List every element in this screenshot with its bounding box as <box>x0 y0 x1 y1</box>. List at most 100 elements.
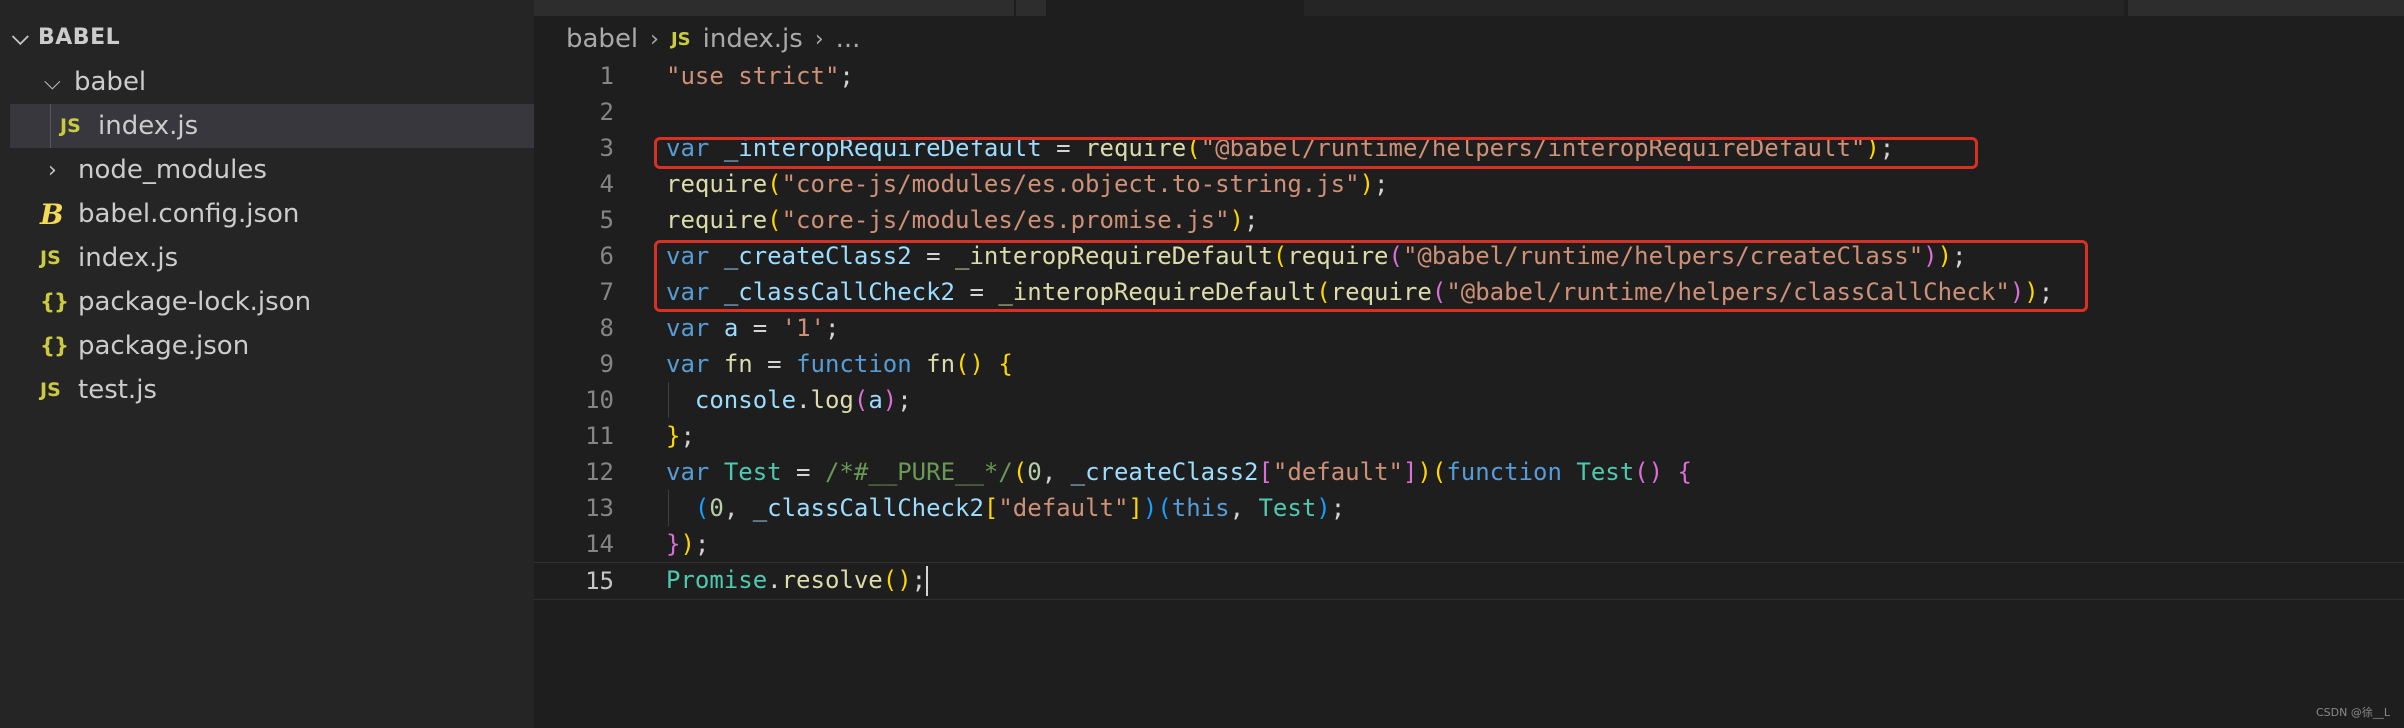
code-token: } <box>666 422 681 450</box>
code-token: ; <box>1330 494 1346 522</box>
line-number: 4 <box>599 170 614 198</box>
code-token: fn <box>723 350 753 378</box>
line-number: 11 <box>585 422 614 450</box>
code-token: 0 <box>709 494 724 522</box>
code-token: = <box>738 314 782 342</box>
code-token: var <box>666 314 710 342</box>
code-token: ) <box>882 386 898 414</box>
breadcrumb-more[interactable]: ... <box>836 24 861 54</box>
code-line[interactable]: 9 var fn = function fn() { <box>534 346 2404 382</box>
code-token: ( <box>767 206 782 234</box>
breadcrumb-folder[interactable]: babel <box>566 24 638 54</box>
tab[interactable] <box>2128 0 2404 16</box>
code-token: "default" <box>998 494 1129 522</box>
tree-item[interactable]: Bbabel.config.json <box>0 192 534 236</box>
code-token: ; <box>897 386 912 414</box>
line-number: 14 <box>585 530 614 558</box>
code-token: ; <box>1244 206 1259 234</box>
tree-item[interactable]: {} package.json <box>0 324 534 368</box>
line-number: 7 <box>599 278 614 306</box>
code-token: a <box>868 386 883 414</box>
babel-config-icon: B <box>40 197 64 231</box>
tree-item-label: package-lock.json <box>78 287 312 317</box>
code-token: , <box>723 494 753 522</box>
tree-item[interactable]: JS index.js <box>0 236 534 280</box>
code-text: require("core-js/modules/es.promise.js")… <box>666 206 1258 234</box>
code-token: { <box>1677 458 1692 486</box>
code-token: ; <box>694 530 710 558</box>
js-file-icon: JS <box>40 247 61 269</box>
code-token: . <box>767 566 782 594</box>
code-token: ) <box>1229 206 1244 234</box>
tab[interactable] <box>1304 0 2124 16</box>
code-token: "use strict" <box>666 62 840 90</box>
line-number: 10 <box>585 386 614 414</box>
code-token: () <box>882 566 912 594</box>
code-token: ; <box>1374 170 1389 198</box>
highlight-box-line-3 <box>654 137 1978 169</box>
tree-item-label: index.js <box>98 111 199 141</box>
code-token: () <box>1634 458 1664 486</box>
code-token: "core-js/modules/es.object.to-string.js" <box>781 170 1360 198</box>
text-cursor <box>926 566 929 596</box>
line-number: 15 <box>585 567 614 595</box>
tree-item[interactable]: JS index.js <box>10 104 534 148</box>
code-token: '1' <box>781 314 825 342</box>
code-line[interactable]: 10 console.log(a); <box>534 382 2404 418</box>
line-number: 13 <box>585 494 614 522</box>
code-line[interactable]: 14}); <box>534 526 2404 562</box>
code-token: require <box>666 170 768 198</box>
code-token: ( <box>1431 458 1447 486</box>
explorer-root-folder[interactable]: ⌵ BABEL <box>12 22 120 52</box>
code-token: require <box>666 206 768 234</box>
explorer-root-label: BABEL <box>38 24 121 50</box>
code-token: = <box>781 458 825 486</box>
breadcrumb-file[interactable]: index.js <box>703 24 803 54</box>
code-token: function <box>796 350 912 378</box>
tab[interactable] <box>534 0 1014 16</box>
line-number: 12 <box>585 458 614 486</box>
code-token: , <box>1229 494 1259 522</box>
code-line[interactable]: 12 var Test = /*#__PURE__*/(0, _createCla… <box>534 454 2404 490</box>
code-token: var <box>666 350 710 378</box>
code-token: ) <box>1417 458 1432 486</box>
tree-item[interactable]: {} package-lock.json <box>0 280 534 324</box>
code-line[interactable]: 5 require("core-js/modules/es.promise.js"… <box>534 202 2404 238</box>
code-token: function <box>1446 458 1562 486</box>
code-line[interactable]: 15 Promise.resolve(); <box>534 562 2404 600</box>
code-editor[interactable]: 15 Promise.resolve(); 14}); 13 (0, _classCa… <box>534 58 2404 728</box>
highlight-box-lines-6-7 <box>654 240 2088 312</box>
tree-item[interactable]: ⌵ babel <box>0 60 534 104</box>
js-file-icon: JS <box>670 28 691 50</box>
code-token: ( <box>767 170 782 198</box>
code-token: ] <box>1402 458 1418 486</box>
code-token: ; <box>680 422 695 450</box>
tree-item[interactable]: JS test.js <box>0 368 534 412</box>
code-token: /*#__PURE__*/ <box>824 458 1013 486</box>
code-token: this <box>1171 494 1230 522</box>
code-token: ) <box>1142 494 1158 522</box>
tree-item-label: index.js <box>78 243 179 273</box>
code-token: [ <box>1258 458 1273 486</box>
tree-item[interactable]: › node_modules <box>0 148 534 192</box>
tab[interactable] <box>1016 0 1046 16</box>
chevron-right-icon: › <box>48 157 57 183</box>
code-line[interactable]: 4 require("core-js/modules/es.object.to-s… <box>534 166 2404 202</box>
code-line[interactable]: 13 (0, _classCallCheck2["default"])(this… <box>534 490 2404 526</box>
code-token: _createClass2 <box>1070 458 1259 486</box>
code-line[interactable]: 2 <box>534 94 2404 130</box>
code-line[interactable]: 11}; <box>534 418 2404 454</box>
code-text: Promise.resolve(); <box>666 566 929 596</box>
code-token: ( <box>1157 494 1172 522</box>
code-line[interactable]: 1 "use strict"; <box>534 58 2404 94</box>
code-line[interactable]: 8 var a = '1'; <box>534 310 2404 346</box>
code-text: (0, _classCallCheck2["default"])(this, T… <box>666 494 1345 522</box>
code-token: { <box>998 350 1013 378</box>
